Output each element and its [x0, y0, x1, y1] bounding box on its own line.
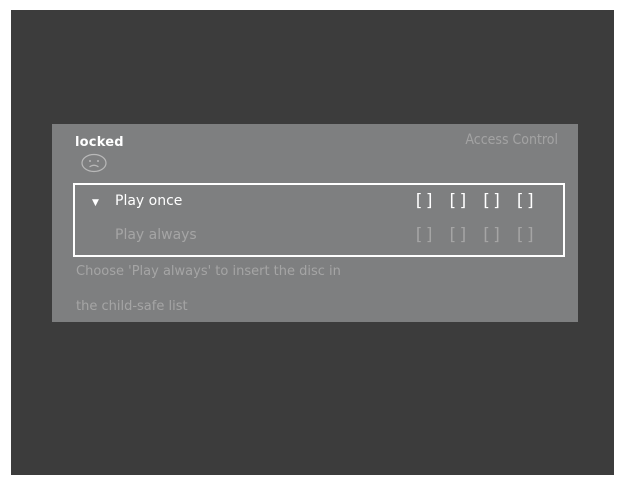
pin-code-field[interactable]: [] [] [] [] [413, 225, 537, 245]
dialog-title: Access Control [465, 132, 558, 148]
hint-text-line-1: Choose 'Play always' to insert the disc … [76, 264, 341, 279]
option-label: Play always [115, 227, 197, 243]
option-play-always[interactable]: Play always [] [] [] [] [75, 221, 563, 253]
selection-arrow-icon: ▼ [92, 198, 99, 208]
play-options-list: ▼ Play once [] [] [] [] Play always [] [… [73, 183, 565, 257]
option-play-once[interactable]: ▼ Play once [] [] [] [] [75, 187, 563, 219]
hint-text-line-2: the child-safe list [76, 299, 188, 314]
pin-code-field[interactable]: [] [] [] [] [413, 191, 537, 211]
status-label: locked [75, 135, 124, 150]
option-label: Play once [115, 193, 183, 209]
access-control-dialog: locked Access Control ▼ Play once [] [] … [52, 124, 578, 322]
sad-face-icon [81, 153, 107, 173]
screen: locked Access Control ▼ Play once [] [] … [11, 10, 614, 475]
